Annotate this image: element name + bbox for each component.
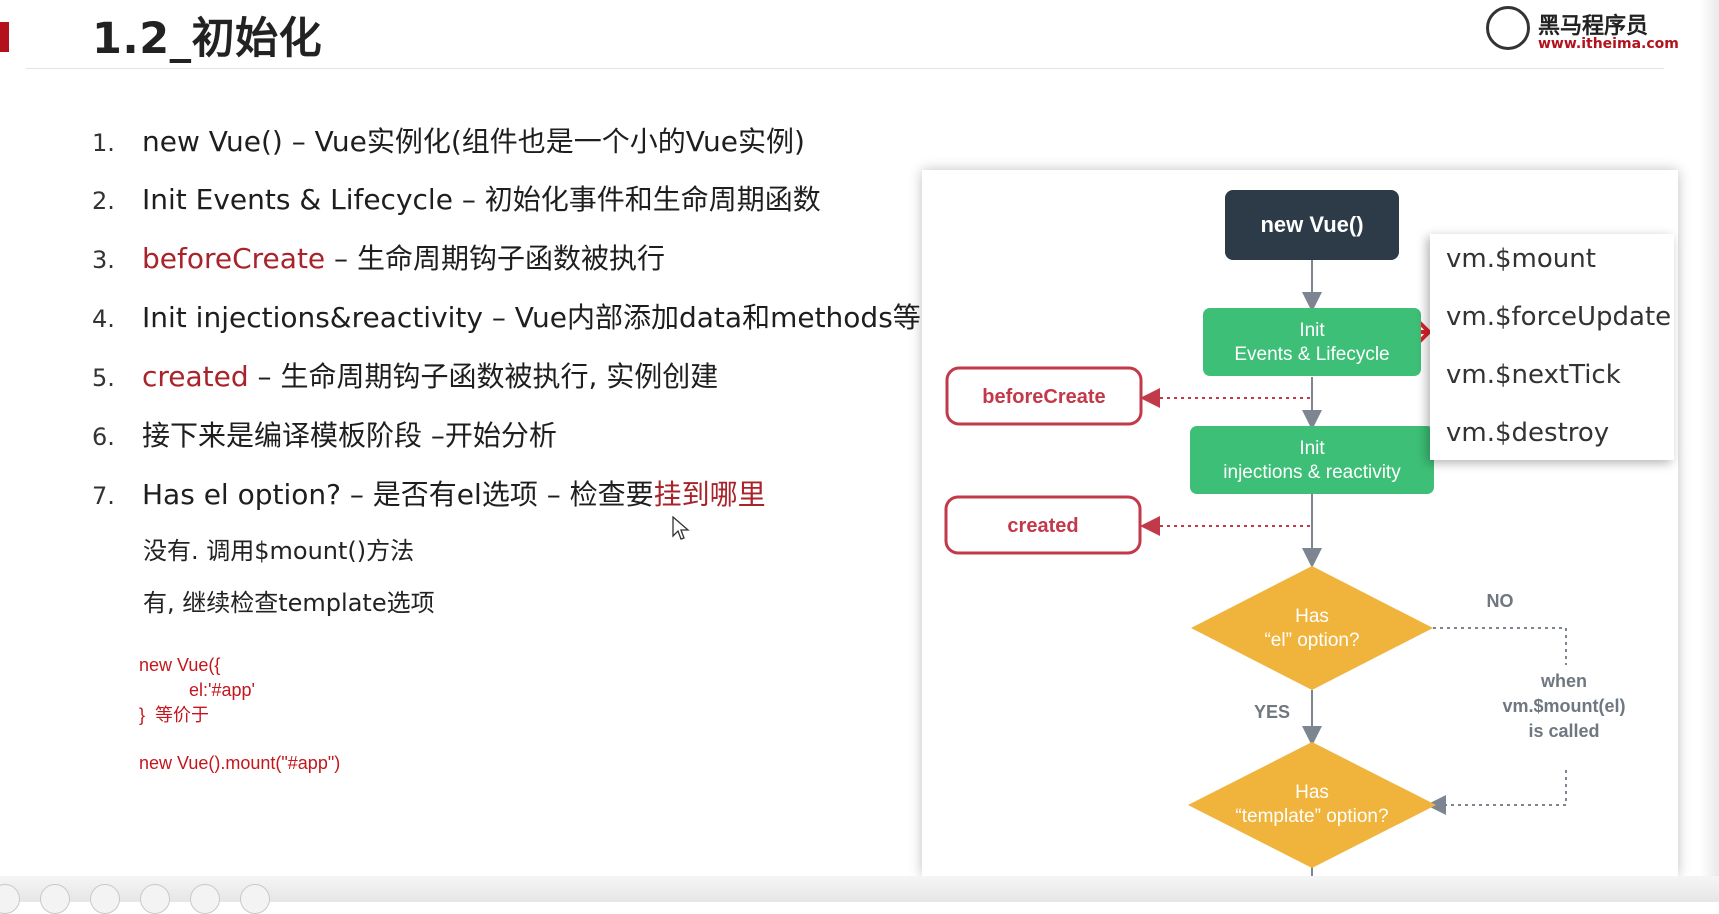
list-item: 3. beforeCreate – 生命周期钩子函数被执行 <box>92 237 665 277</box>
when-label: is called <box>1528 721 1599 741</box>
toolbar-slides-button[interactable] <box>140 884 170 914</box>
window-edge-shadow <box>1700 0 1719 902</box>
code-line: } 等价于 <box>139 705 210 725</box>
sub-item-yes: 有, 继续检查template选项 <box>143 589 435 617</box>
list-item: 7. Has el option? – 是否有el选项 – 检查要挂到哪里 <box>92 473 766 513</box>
yes-label: YES <box>1254 702 1290 722</box>
list-item: 5. created – 生命周期钩子函数被执行, 实例创建 <box>92 355 718 395</box>
mouse-cursor-icon <box>672 516 690 540</box>
when-label: vm.$mount(el) <box>1502 696 1625 716</box>
when-label: when <box>1540 671 1587 691</box>
init-injections-label: Init <box>1299 438 1325 459</box>
list-text: – 生命周期钩子函数被执行, 实例创建 <box>248 360 719 393</box>
toolbar-pen-button[interactable] <box>90 884 120 914</box>
brand-logo: 黑马程序员 www.itheima.com <box>1486 6 1679 58</box>
init-events-label: Events & Lifecycle <box>1234 344 1389 365</box>
has-el-label: “el” option? <box>1264 630 1359 651</box>
new-vue-label: new Vue() <box>1260 212 1363 237</box>
list-text: Init Events & Lifecycle – 初始化事件和生命周期函数 <box>142 183 821 216</box>
list-number: 3. <box>92 246 115 274</box>
mount-branch-line <box>1426 770 1567 815</box>
init-injections-label: injections & reactivity <box>1223 462 1401 483</box>
popup-item-mount: vm.$mount <box>1446 244 1596 274</box>
list-item: 2. Init Events & Lifecycle – 初始化事件和生命周期函数 <box>92 178 821 218</box>
list-text: new Vue() – Vue实例化(组件也是一个小的Vue实例) <box>142 125 805 158</box>
has-el-label: Has <box>1295 606 1329 627</box>
list-item: 4. Init injections&reactivity – Vue内部添加da… <box>92 296 921 336</box>
sub-item-no: 没有. 调用$mount()方法 <box>143 537 415 565</box>
list-number: 4. <box>92 305 115 333</box>
list-text: 接下来是编译模板阶段 –开始分析 <box>142 419 557 452</box>
has-template-label: Has <box>1295 782 1329 803</box>
slide-title: 1.2_初始化 <box>92 14 323 64</box>
list-text: Has el option? – 是否有el选项 – 检查要 <box>142 478 654 511</box>
created-label: created <box>1007 515 1078 537</box>
list-number: 6. <box>92 423 115 451</box>
list-number: 5. <box>92 364 115 392</box>
has-template-decision <box>1188 742 1436 868</box>
list-highlight: created <box>142 360 249 393</box>
init-events-label: Init <box>1299 320 1325 341</box>
toolbar-next-button[interactable] <box>40 884 70 914</box>
popup-item-destroy: vm.$destroy <box>1446 418 1610 448</box>
logo-url: www.itheima.com <box>1538 36 1679 52</box>
list-text: – 生命周期钩子函数被执行 <box>325 242 665 275</box>
code-line: new Vue().mount("#app") <box>139 753 341 773</box>
list-item: 1. new Vue() – Vue实例化(组件也是一个小的Vue实例) <box>92 120 805 160</box>
no-branch-line <box>1433 627 1567 665</box>
horse-logo-icon <box>1486 6 1530 50</box>
no-label: NO <box>1487 591 1514 611</box>
has-el-decision <box>1191 566 1433 690</box>
toolbar-zoom-button[interactable] <box>190 884 220 914</box>
list-number: 1. <box>92 129 115 157</box>
has-template-label: “template” option? <box>1235 806 1388 827</box>
vm-methods-popup: vm.$mount vm.$forceUpdate vm.$nextTick v… <box>1430 234 1674 460</box>
list-number: 2. <box>92 187 115 215</box>
before-create-label: beforeCreate <box>982 386 1105 408</box>
presentation-toolbar <box>0 876 1719 914</box>
code-line: new Vue({ <box>139 655 221 675</box>
title-divider <box>26 68 1664 69</box>
code-line: el:'#app' <box>189 680 255 700</box>
popup-item-force-update: vm.$forceUpdate <box>1446 302 1672 332</box>
init-injections-node <box>1190 426 1434 494</box>
list-highlight: beforeCreate <box>142 242 326 275</box>
init-events-node <box>1203 308 1421 376</box>
toolbar-more-button[interactable] <box>240 884 270 914</box>
list-highlight: 挂到哪里 <box>653 478 766 511</box>
list-item: 6. 接下来是编译模板阶段 –开始分析 <box>92 414 557 454</box>
popup-item-next-tick: vm.$nextTick <box>1446 360 1621 390</box>
title-accent-bar <box>0 22 9 52</box>
toolbar-prev-button[interactable] <box>0 884 20 914</box>
list-text: Init injections&reactivity – Vue内部添加data… <box>142 301 921 334</box>
list-number: 7. <box>92 482 115 510</box>
